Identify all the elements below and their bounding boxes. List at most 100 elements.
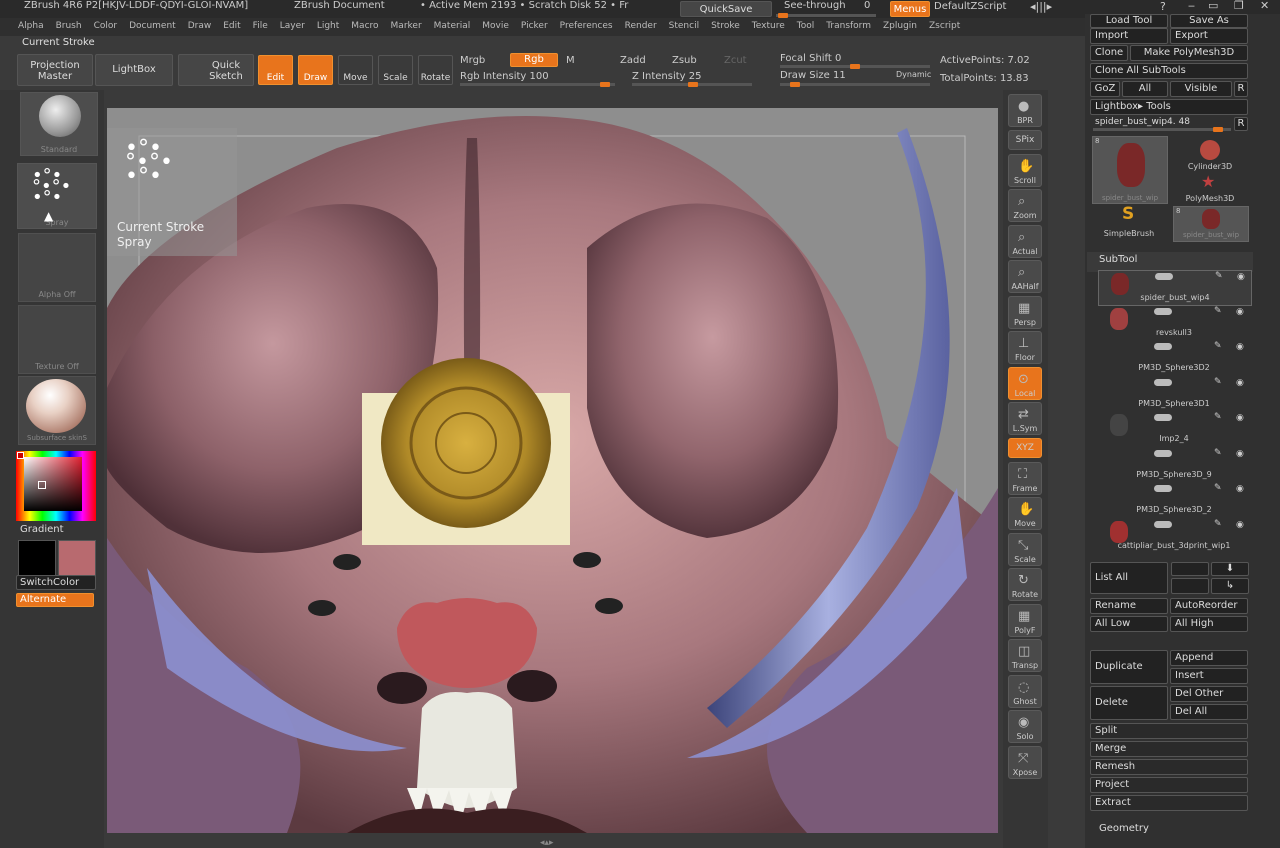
goz-all-button[interactable]: All xyxy=(1122,81,1168,97)
minimize-icon[interactable]: ‒ xyxy=(1188,0,1195,12)
shelf-aahalf-button[interactable]: ⌕ AAHalf xyxy=(1008,260,1042,293)
texture-selector[interactable]: Texture Off xyxy=(18,305,96,374)
menu-item-file[interactable]: File xyxy=(253,21,268,31)
subtool-toggle[interactable] xyxy=(1154,414,1172,421)
all-low-button[interactable]: All Low xyxy=(1090,616,1168,632)
current-tool-slider[interactable] xyxy=(1093,127,1231,132)
menu-item-preferences[interactable]: Preferences xyxy=(560,21,613,31)
menu-item-marker[interactable]: Marker xyxy=(391,21,422,31)
default-zscript[interactable]: DefaultZScript xyxy=(934,1,1006,12)
material-selector[interactable]: Subsurface skinS xyxy=(18,376,96,445)
menu-item-draw[interactable]: Draw xyxy=(188,21,212,31)
move-up-button[interactable] xyxy=(1171,562,1209,576)
draw-button[interactable]: Draw xyxy=(298,55,333,85)
restore-icon[interactable]: ▭ xyxy=(1208,0,1218,12)
shelf-lsym-button[interactable]: ⇄ L.Sym xyxy=(1008,402,1042,435)
lightbox-tools-button[interactable]: Lightbox▸ Tools xyxy=(1090,99,1248,115)
menu-item-transform[interactable]: Transform xyxy=(826,21,871,31)
z-intensity-slider[interactable] xyxy=(632,82,752,87)
gradient-label[interactable]: Gradient xyxy=(20,524,64,535)
menu-item-stencil[interactable]: Stencil xyxy=(669,21,699,31)
shelf-bpr-button[interactable]: ● BPR xyxy=(1008,94,1042,127)
visibility-eye-icon[interactable]: ◉ xyxy=(1236,449,1244,459)
visibility-eye-icon[interactable]: ◉ xyxy=(1236,413,1244,423)
rotate-button[interactable]: Rotate xyxy=(418,55,453,85)
current-tool-r-button[interactable]: R xyxy=(1234,117,1248,131)
del-other-button[interactable]: Del Other xyxy=(1170,686,1248,702)
rgb-intensity-slider[interactable] xyxy=(460,82,615,87)
shelf-xyz-button[interactable]: ✶XYZ xyxy=(1008,437,1042,458)
color-picker-square[interactable] xyxy=(24,457,82,511)
visibility-eye-icon[interactable]: ◉ xyxy=(1236,520,1244,530)
subtool-item[interactable]: ✎ ◉ PM3D_Sphere3D2 xyxy=(1098,341,1250,375)
subtool-item[interactable]: ✎ ◉ PM3D_Sphere3D1 xyxy=(1098,377,1250,411)
insert-button[interactable]: Insert xyxy=(1170,668,1248,684)
move-button[interactable]: Move xyxy=(338,55,373,85)
bottom-tray-toggle-icon[interactable]: ◂▴▸ xyxy=(540,838,554,848)
split-button[interactable]: Split xyxy=(1090,723,1248,739)
visibility-eye-icon[interactable]: ◉ xyxy=(1236,378,1244,388)
scale-button[interactable]: Scale xyxy=(378,55,413,85)
mrgb-button[interactable]: Mrgb xyxy=(460,55,485,66)
primary-color-swatch[interactable] xyxy=(18,540,56,576)
shelf-ghost-button[interactable]: ◌ Ghost xyxy=(1008,674,1042,708)
m-button[interactable]: M xyxy=(566,55,575,66)
goz-button[interactable]: GoZ xyxy=(1090,81,1120,97)
geometry-header[interactable]: Geometry xyxy=(1099,823,1149,834)
menu-item-stroke[interactable]: Stroke xyxy=(711,21,740,31)
menu-item-movie[interactable]: Movie xyxy=(482,21,509,31)
shelf-scale-button[interactable]: ⤡ Scale xyxy=(1008,532,1042,566)
visibility-eye-icon[interactable]: ◉ xyxy=(1237,272,1245,282)
shelf-rotate-button[interactable]: ↻ Rotate xyxy=(1008,568,1042,601)
visibility-eye-icon[interactable]: ◉ xyxy=(1236,484,1244,494)
shelf-xpose-button[interactable]: ⤧ Xpose xyxy=(1008,745,1042,779)
move-down-arrow-button[interactable]: ↳ xyxy=(1211,578,1249,594)
menu-item-light[interactable]: Light xyxy=(317,21,339,31)
quick-sketch-button[interactable]: Quick Sketch xyxy=(178,54,254,86)
polypaint-icon[interactable]: ✎ xyxy=(1215,271,1223,281)
save-as-button[interactable]: Save As xyxy=(1170,14,1248,28)
dynamic-toggle[interactable]: Dynamic xyxy=(896,70,931,79)
polypaint-icon[interactable]: ✎ xyxy=(1214,519,1222,529)
color-picker-cursor[interactable] xyxy=(38,481,46,489)
project-button[interactable]: Project xyxy=(1090,777,1248,793)
auto-reorder-button[interactable]: AutoReorder xyxy=(1170,598,1248,614)
subtool-item[interactable]: ✎ ◉ Imp2_4 xyxy=(1098,412,1250,446)
polypaint-icon[interactable]: ✎ xyxy=(1214,448,1222,458)
remesh-button[interactable]: Remesh xyxy=(1090,759,1248,775)
extract-button[interactable]: Extract xyxy=(1090,795,1248,811)
menu-item-material[interactable]: Material xyxy=(434,21,471,31)
tool-thumb-polymesh[interactable]: ★ PolyMesh3D xyxy=(1173,172,1247,204)
shelf-polyf-button[interactable]: ▦ PolyF xyxy=(1008,603,1042,637)
clone-all-subtools-button[interactable]: Clone All SubTools xyxy=(1090,63,1248,79)
append-button[interactable]: Append xyxy=(1170,650,1248,666)
menu-item-zscript[interactable]: Zscript xyxy=(929,21,960,31)
shelf-move-button[interactable]: ✋ Move xyxy=(1008,497,1042,530)
subtool-toggle[interactable] xyxy=(1154,343,1172,350)
see-through-slider[interactable] xyxy=(776,13,876,18)
menus-button[interactable]: Menus xyxy=(890,1,930,17)
draw-size-slider[interactable] xyxy=(780,82,930,87)
secondary-color-swatch[interactable] xyxy=(58,540,96,576)
export-button[interactable]: Export xyxy=(1170,28,1248,44)
focal-shift-slider[interactable] xyxy=(780,64,930,69)
subtool-item[interactable]: ✎ ◉ revskull3 xyxy=(1098,306,1250,340)
move-down-button[interactable]: ⬇ xyxy=(1211,562,1249,576)
clone-button[interactable]: Clone xyxy=(1090,45,1128,61)
menu-item-zplugin[interactable]: Zplugin xyxy=(883,21,917,31)
del-all-button[interactable]: Del All xyxy=(1170,704,1248,720)
polypaint-icon[interactable]: ✎ xyxy=(1214,483,1222,493)
sculpt-viewport[interactable] xyxy=(107,108,998,833)
current-tool-name[interactable]: spider_bust_wip4. 48 xyxy=(1095,117,1190,127)
polypaint-icon[interactable]: ✎ xyxy=(1214,341,1222,351)
menu-item-tool[interactable]: Tool xyxy=(797,21,814,31)
subtool-toggle[interactable] xyxy=(1154,378,1172,386)
subtool-toggle[interactable] xyxy=(1154,520,1172,528)
polypaint-icon[interactable]: ✎ xyxy=(1214,377,1222,387)
visibility-eye-icon[interactable]: ◉ xyxy=(1236,307,1244,317)
maximize-icon[interactable]: ❐ xyxy=(1234,0,1244,12)
polypaint-icon[interactable]: ✎ xyxy=(1214,306,1222,316)
goz-r-button[interactable]: R xyxy=(1234,81,1248,97)
close-icon[interactable]: ✕ xyxy=(1260,0,1269,12)
tool-thumb-simplebrush[interactable]: S SimpleBrush xyxy=(1092,204,1166,240)
